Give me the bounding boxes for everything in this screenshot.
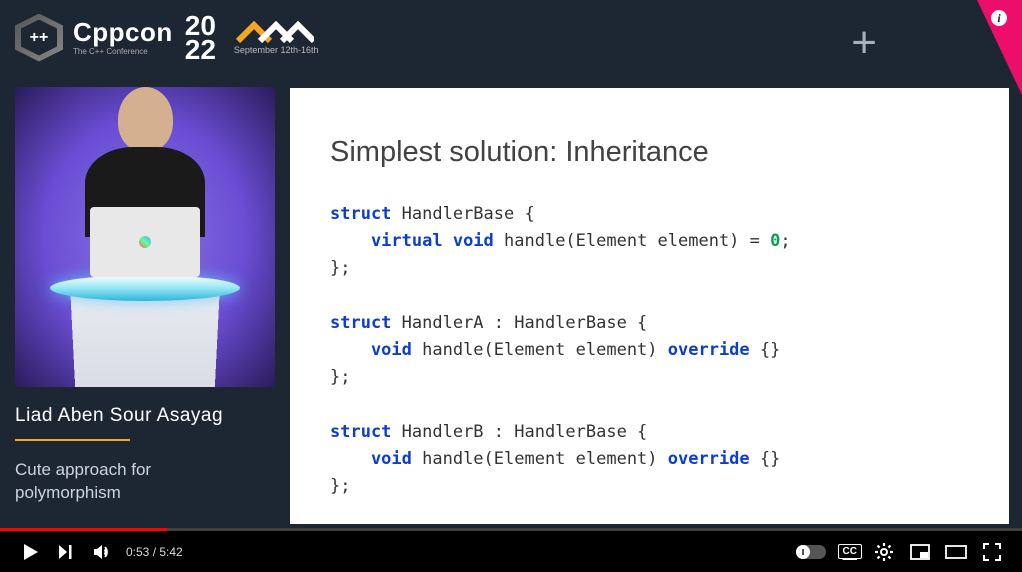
- volume-button[interactable]: [84, 534, 120, 570]
- divider: [15, 439, 130, 441]
- speaker-camera-feed: [15, 87, 275, 387]
- fullscreen-button[interactable]: [974, 534, 1010, 570]
- slide-title: Simplest solution: Inheritance: [330, 136, 969, 169]
- play-button[interactable]: [12, 534, 48, 570]
- autoplay-toggle[interactable]: [796, 545, 826, 559]
- code-block: struct HandlerBase { virtual void handle…: [330, 201, 969, 500]
- progress-bar[interactable]: [0, 528, 1022, 531]
- miniplayer-button[interactable]: [902, 534, 938, 570]
- captions-button[interactable]: CC: [838, 544, 862, 559]
- info-icon[interactable]: i: [991, 10, 1007, 26]
- theater-mode-button[interactable]: [938, 534, 974, 570]
- player-controls: 0:53 / 5:42 CC: [0, 531, 1022, 572]
- progress-played: [0, 528, 167, 531]
- next-button[interactable]: [48, 534, 84, 570]
- speaker-panel: Liad Aben Sour Asayag Cute approach for …: [0, 75, 290, 527]
- conference-year: 20 22: [185, 14, 216, 62]
- speaker-name: Liad Aben Sour Asayag: [15, 405, 275, 427]
- plus-decoration-icon: +: [851, 18, 877, 68]
- slide-header: ++ Cppcon The C++ Conference 20 22 Septe…: [0, 0, 1022, 75]
- chevron-mountains-icon: September 12th-16th: [234, 21, 319, 55]
- video-content[interactable]: ++ Cppcon The C++ Conference 20 22 Septe…: [0, 0, 1022, 528]
- settings-button[interactable]: [866, 534, 902, 570]
- cppcon-logo-icon: ++: [15, 14, 63, 62]
- time-display: 0:53 / 5:42: [126, 545, 183, 559]
- talk-title: Cute approach for polymorphism: [15, 459, 275, 505]
- slide-content: Simplest solution: Inheritance struct Ha…: [290, 88, 1009, 524]
- conference-name: Cppcon The C++ Conference: [73, 19, 173, 56]
